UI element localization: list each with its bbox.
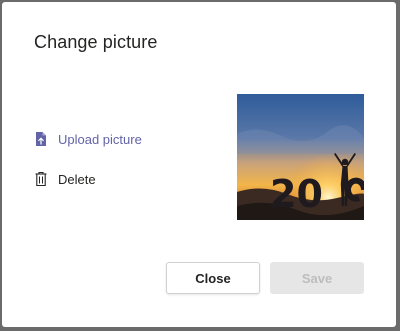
upload-picture-button[interactable]: Upload picture — [34, 130, 142, 148]
change-picture-dialog: Change picture Upload picture Delete 20 … — [2, 2, 396, 327]
save-button[interactable]: Save — [270, 262, 364, 294]
file-upload-icon — [34, 130, 48, 148]
trash-icon — [34, 170, 48, 188]
delete-label: Delete — [58, 171, 96, 187]
dialog-title: Change picture — [34, 32, 158, 52]
profile-picture-preview: 20 — [237, 94, 364, 220]
photo-year-text: 20 — [270, 172, 323, 216]
close-button[interactable]: Close — [166, 262, 260, 294]
upload-picture-label: Upload picture — [58, 131, 142, 147]
delete-picture-button[interactable]: Delete — [34, 170, 96, 188]
